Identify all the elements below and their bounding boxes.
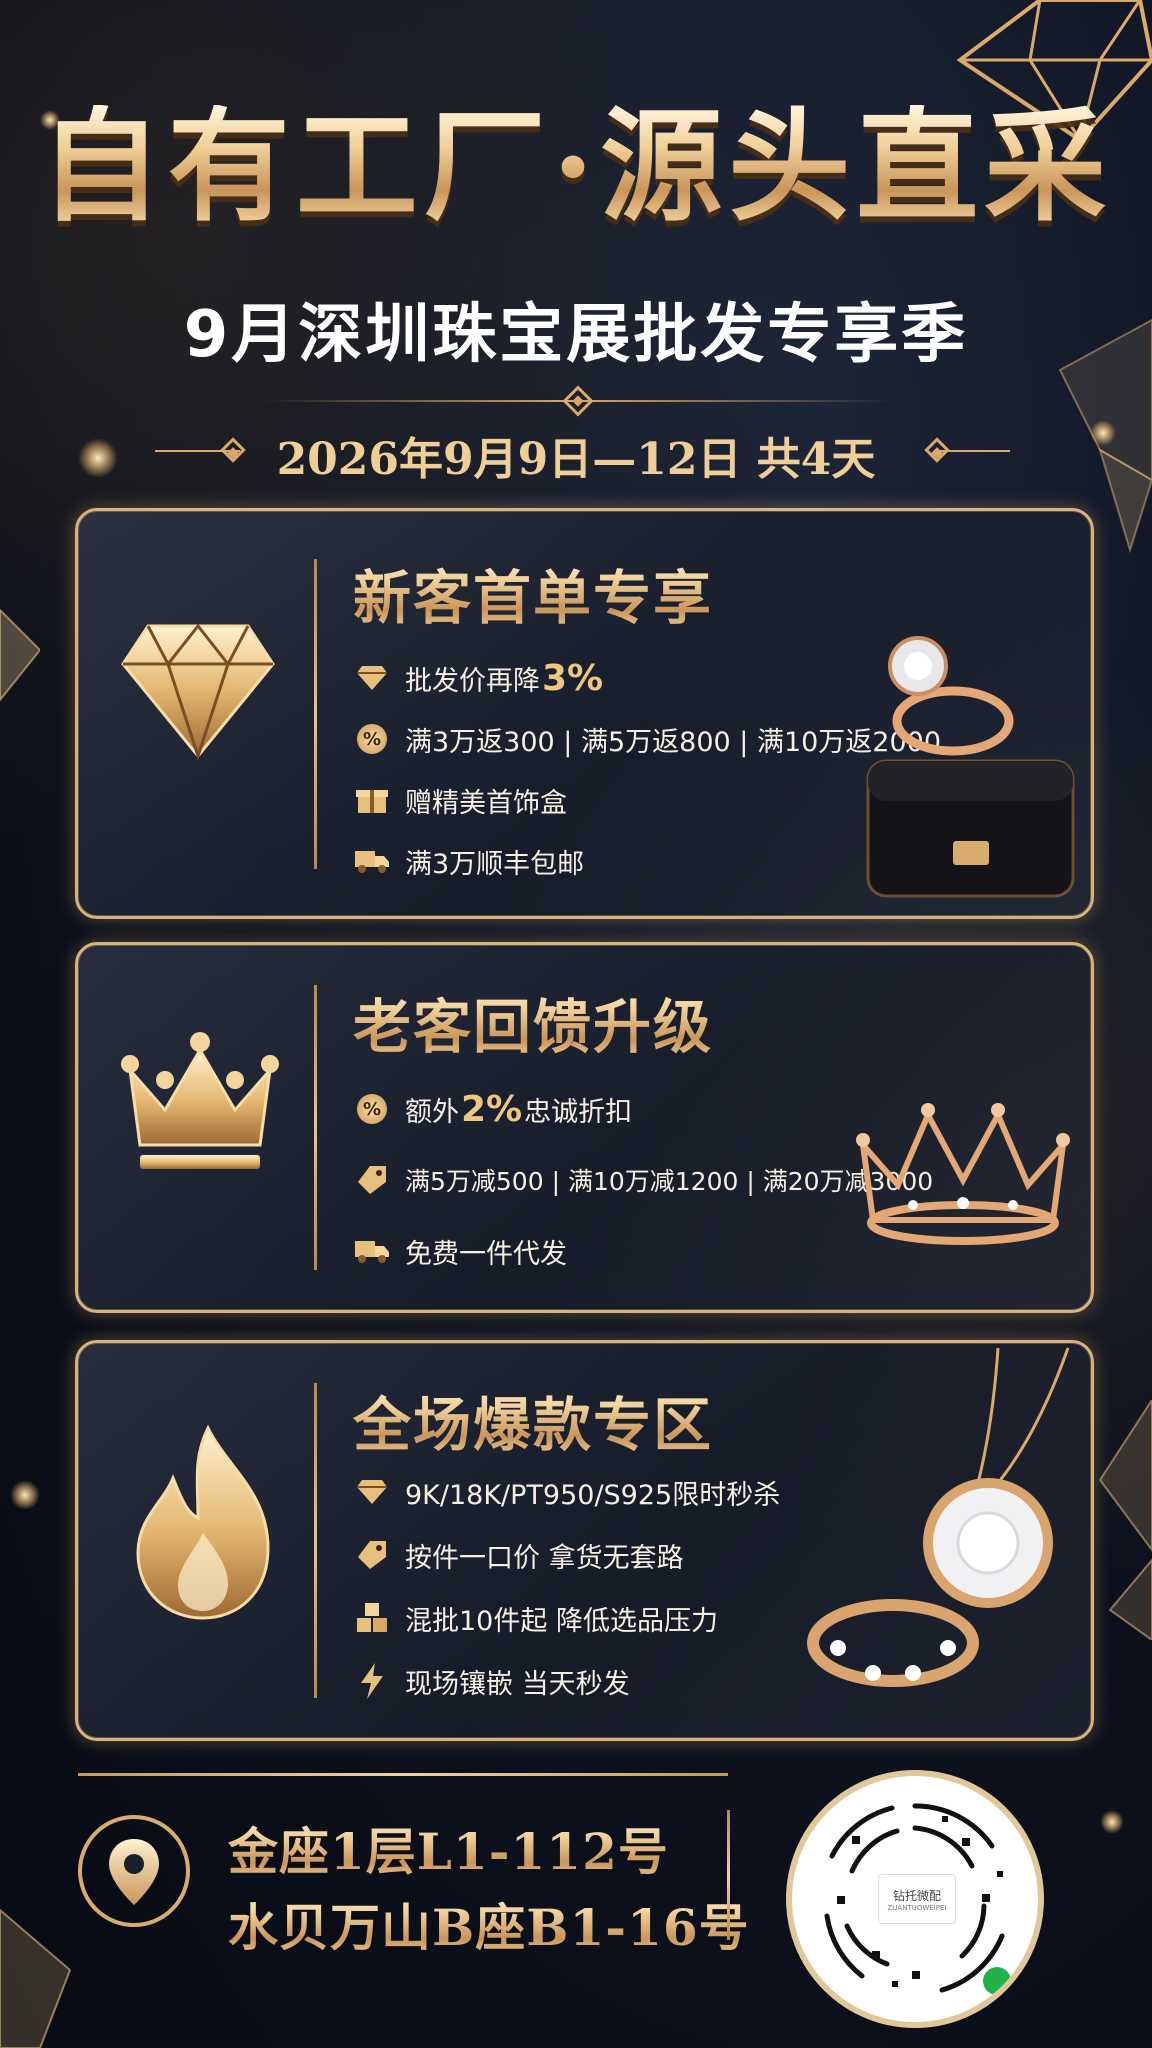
benefit-item: 满3万顺丰包邮 — [353, 839, 584, 883]
benefit-text: 免费一件代发 — [405, 1238, 567, 1270]
card-title: 全场爆款专区 — [353, 1378, 713, 1462]
benefit-item: 批发价再降 3% — [353, 656, 605, 700]
benefit-item: % 额外 2% 忠诚折扣 — [353, 1087, 632, 1131]
event-date: 2026年9月9日—12日 共4天 — [276, 434, 876, 485]
address-line-1: 金座1层L1-112号 — [228, 1812, 669, 1884]
delivery-truck-icon — [353, 1232, 391, 1270]
benefit-text: 批发价再降 — [405, 665, 540, 697]
qr-center-text: 钻托微配 — [892, 1888, 941, 1903]
benefit-text: 现场镶嵌 当天秒发 — [405, 1668, 630, 1700]
card-returning-customer: 老客回馈升级 % 额外 2% 忠诚折扣 满5万减500 | 满10万减1200 … — [75, 942, 1094, 1313]
gift-box-icon — [353, 781, 391, 819]
benefit-item: 现场镶嵌 当天秒发 — [353, 1659, 630, 1703]
card-divider — [314, 985, 317, 1270]
benefit-item: % 满3万返300 | 满5万返800 | 满10万返2000 — [353, 717, 941, 761]
benefit-item: 免费一件代发 — [353, 1229, 567, 1273]
address-line-2: 水贝万山B座B1-16号 — [228, 1888, 750, 1960]
benefit-text: 混批10件起 降低选品压力 — [405, 1605, 718, 1637]
benefit-item: 赠精美首饰盒 — [353, 778, 567, 822]
card-title: 新客首单专享 — [353, 551, 713, 635]
price-tag-icon — [353, 1161, 391, 1199]
crown-jewel-image — [856, 1103, 1070, 1245]
boxes-icon — [353, 1599, 391, 1637]
benefit-item: 满5万减500 | 满10万减1200 | 满20万减3000 — [353, 1158, 933, 1202]
diamond-small-icon — [353, 659, 391, 697]
benefit-highlight: 2% — [461, 1088, 523, 1130]
benefit-text-post: 忠诚折扣 — [524, 1096, 633, 1128]
lightning-icon — [353, 1662, 391, 1700]
qr-center-subtext: ZUANTUOWEIPEI — [887, 1903, 947, 1912]
benefit-text: 按件一口价 拿货无套路 — [405, 1542, 684, 1574]
footer-divider — [78, 1773, 728, 1776]
delivery-truck-icon — [353, 842, 391, 880]
qr-center-logo: 钻托微配 ZUANTUOWEIPEI — [878, 1874, 956, 1924]
card-hot-items: 全场爆款专区 9K/18K/PT950/S925限时秒杀 按件一口价 拿货无套路… — [75, 1340, 1094, 1741]
sparkle — [1100, 1810, 1124, 1834]
diamond-small-icon — [353, 1473, 391, 1511]
necklace-ring-image — [807, 1347, 1070, 1687]
subheadline: 9月深圳珠宝展批发专享季 — [183, 298, 969, 372]
address-divider — [727, 1810, 730, 1940]
percent-icon: % — [353, 720, 391, 758]
sparkle — [10, 1480, 40, 1510]
card-title: 老客回馈升级 — [353, 980, 713, 1064]
flame-icon — [136, 1424, 270, 1620]
percent-icon: % — [353, 1090, 391, 1128]
date-rule-right — [940, 450, 1010, 452]
benefit-item: 9K/18K/PT950/S925限时秒杀 — [353, 1470, 780, 1514]
location-badge — [78, 1815, 190, 1927]
benefit-text: 9K/18K/PT950/S925限时秒杀 — [405, 1479, 781, 1511]
qr-code[interactable]: 钻托微配 ZUANTUOWEIPEI — [786, 1770, 1044, 2028]
location-pin-icon — [109, 1839, 159, 1905]
benefit-text: 赠精美首饰盒 — [405, 787, 567, 819]
crystal-decoration-bottom-left — [0, 1908, 72, 2048]
benefit-text: 满3万顺丰包邮 — [405, 848, 585, 880]
headline: 自有工厂·源头直采 — [0, 105, 1152, 227]
crystal-decoration-left — [0, 608, 40, 702]
card-divider — [314, 1383, 317, 1698]
benefit-text: 额外 — [405, 1096, 459, 1128]
card-divider — [314, 559, 317, 869]
card-new-customer: 新客首单专享 批发价再降 3% % 满3万返300 | 满5万返800 | 满1… — [75, 508, 1094, 919]
diamond-icon — [121, 623, 275, 761]
benefit-highlight: 3% — [542, 657, 604, 699]
crown-icon — [121, 1032, 279, 1169]
benefit-item: 按件一口价 拿货无套路 — [353, 1533, 684, 1577]
ring-box-image — [866, 636, 1075, 898]
price-tag-icon — [353, 1536, 391, 1574]
benefit-item: 混批10件起 降低选品压力 — [353, 1596, 718, 1640]
